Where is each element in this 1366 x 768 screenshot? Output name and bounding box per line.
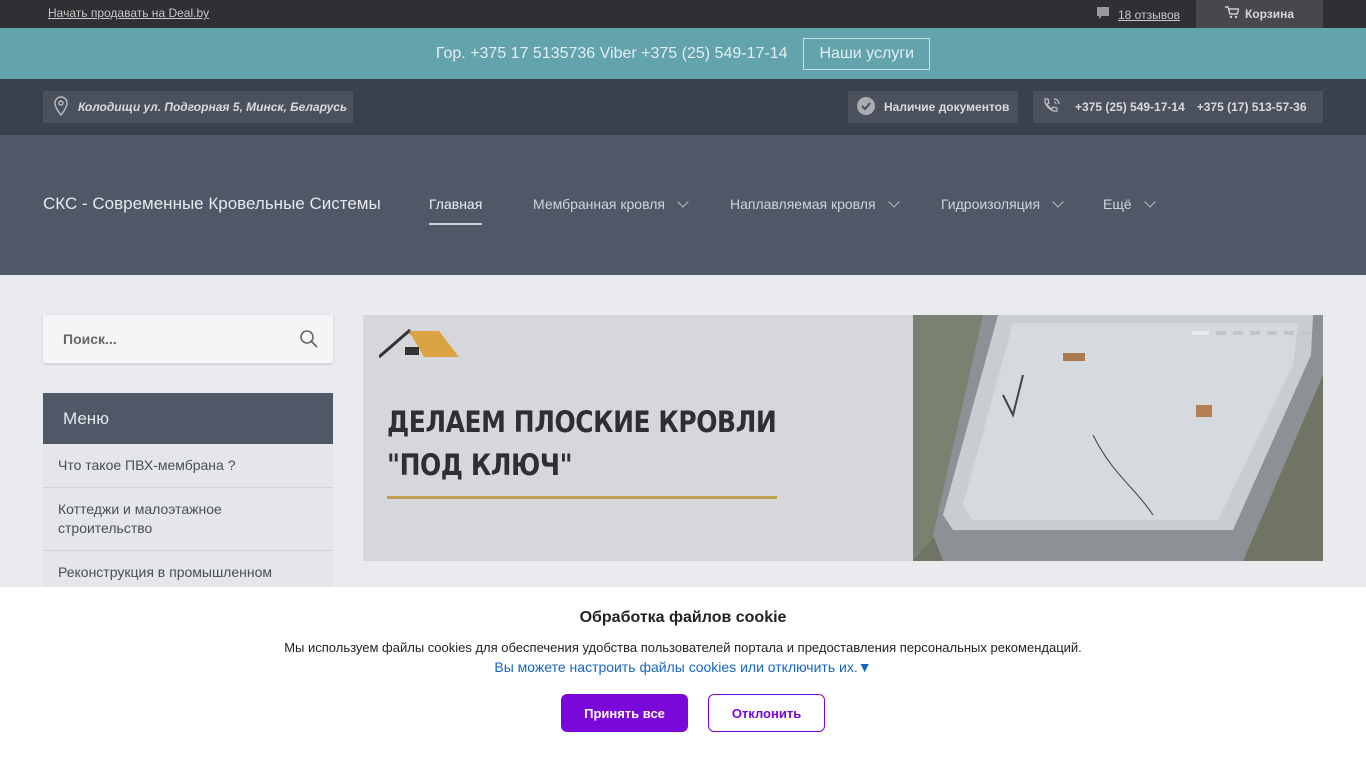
documents-button[interactable]: Наличие документов — [848, 91, 1018, 123]
chevron-down-icon — [1052, 196, 1064, 208]
slider-dot[interactable] — [1284, 331, 1294, 335]
address-block[interactable]: Колодищи ул. Подгорная 5, Минск, Беларус… — [43, 91, 353, 123]
decline-button[interactable]: Отклонить — [708, 694, 825, 732]
cart-label: Корзина — [1244, 7, 1295, 21]
reviews-link-label: 18 отзывов — [1118, 7, 1181, 22]
site-brand[interactable]: СКС - Современные Кровельные Системы — [43, 194, 381, 214]
nav-item-label: Главная — [429, 196, 483, 212]
cart-icon — [1224, 6, 1240, 22]
search-placeholder: Поиск... — [63, 331, 117, 347]
start-selling-link[interactable]: Начать продавать на Deal.by — [48, 6, 209, 20]
nav-item-label: Мембранная кровля — [533, 196, 665, 212]
search-icon[interactable] — [299, 329, 319, 352]
nav-item-waterproofing[interactable]: Гидроизоляция — [941, 196, 1064, 212]
location-pin-icon — [53, 95, 69, 119]
nav-item-fused-roofing[interactable]: Наплавляемая кровля — [730, 196, 900, 212]
nav-item-label: Наплавляемая кровля — [730, 196, 876, 212]
sidebar-item-pvc-membrane[interactable]: Что такое ПВХ-мембрана ? — [43, 444, 333, 488]
cookie-text: Мы используем файлы cookies для обеспече… — [284, 640, 1082, 655]
sidebar-menu-title: Меню — [43, 393, 333, 444]
banner-divider — [387, 496, 777, 499]
banner-headline: ДЕЛАЕМ ПЛОСКИЕ КРОВЛИ "ПОД КЛЮЧ" — [387, 401, 791, 487]
cart-button[interactable]: Корзина — [1196, 0, 1323, 28]
cookie-title: Обработка файлов cookie — [579, 609, 787, 626]
company-logo — [378, 329, 459, 364]
nav-item-label: Ещё — [1103, 196, 1132, 212]
nav-item-home[interactable]: Главная — [429, 196, 483, 225]
slider-dot[interactable] — [1216, 331, 1226, 335]
nav-item-more[interactable]: Ещё — [1103, 196, 1156, 212]
sidebar-menu: Меню Что такое ПВХ-мембрана ? Коттеджи и… — [43, 393, 333, 595]
slider-dot[interactable] — [1233, 331, 1243, 335]
chevron-down-icon — [677, 196, 689, 208]
accept-all-button[interactable]: Принять все — [561, 694, 688, 732]
slider-pagination — [1192, 331, 1311, 335]
info-bar: Колодищи ул. Подгорная 5, Минск, Беларус… — [0, 79, 1366, 135]
chevron-down-icon — [887, 196, 900, 208]
phone-bar: Гор. +375 17 5135736 Viber +375 (25) 549… — [0, 28, 1366, 79]
cookie-consent-banner: Обработка файлов cookie Мы используем фа… — [0, 587, 1366, 768]
reviews-link[interactable]: 18 отзывов — [1096, 6, 1180, 23]
slider-dot[interactable] — [1192, 331, 1209, 335]
slider-dot[interactable] — [1250, 331, 1260, 335]
banner-text-area: ДЕЛАЕМ ПЛОСКИЕ КРОВЛИ "ПОД КЛЮЧ" — [363, 315, 913, 561]
slider-dot[interactable] — [1267, 331, 1277, 335]
banner-headline-line-1: ДЕЛАЕМ ПЛОСКИЕ КРОВЛИ — [387, 405, 777, 439]
phone-number-2[interactable]: +375 (17) 513-57-36 — [1197, 100, 1307, 114]
search-input[interactable]: Поиск... — [43, 315, 333, 363]
our-services-button[interactable]: Наши услуги — [803, 37, 931, 70]
phone-icon — [1041, 96, 1063, 119]
comment-icon — [1096, 6, 1110, 23]
phones-block[interactable]: +375 (25) 549-17-14 +375 (17) 513-57-36 — [1033, 91, 1323, 123]
phone-number-1[interactable]: +375 (25) 549-17-14 — [1075, 100, 1185, 114]
banner-headline-line-2: "ПОД КЛЮЧ" — [387, 448, 573, 482]
hero-slider[interactable]: ДЕЛАЕМ ПЛОСКИЕ КРОВЛИ "ПОД КЛЮЧ" — [363, 315, 1323, 561]
main-navbar: СКС - Современные Кровельные Системы Гла… — [0, 135, 1366, 275]
sidebar-item-cottages[interactable]: Коттеджи и малоэтажное строительство — [43, 488, 333, 551]
nav-item-label: Гидроизоляция — [941, 196, 1041, 212]
documents-label: Наличие документов — [884, 100, 1010, 114]
roof-photo — [913, 315, 1323, 561]
nav-item-membrane-roofing[interactable]: Мембранная кровля — [533, 196, 689, 212]
top-bar: Начать продавать на Deal.by 18 отзывов К… — [0, 0, 1366, 28]
chevron-down-icon — [1143, 196, 1156, 208]
cookie-settings-link[interactable]: Вы можете настроить файлы cookies или от… — [0, 659, 1366, 675]
slider-dot[interactable] — [1301, 331, 1311, 335]
address-text: Колодищи ул. Подгорная 5, Минск, Беларус… — [78, 100, 348, 114]
contact-phones: Гор. +375 17 5135736 Viber +375 (25) 549… — [435, 44, 788, 62]
verified-badge-icon — [856, 96, 876, 119]
